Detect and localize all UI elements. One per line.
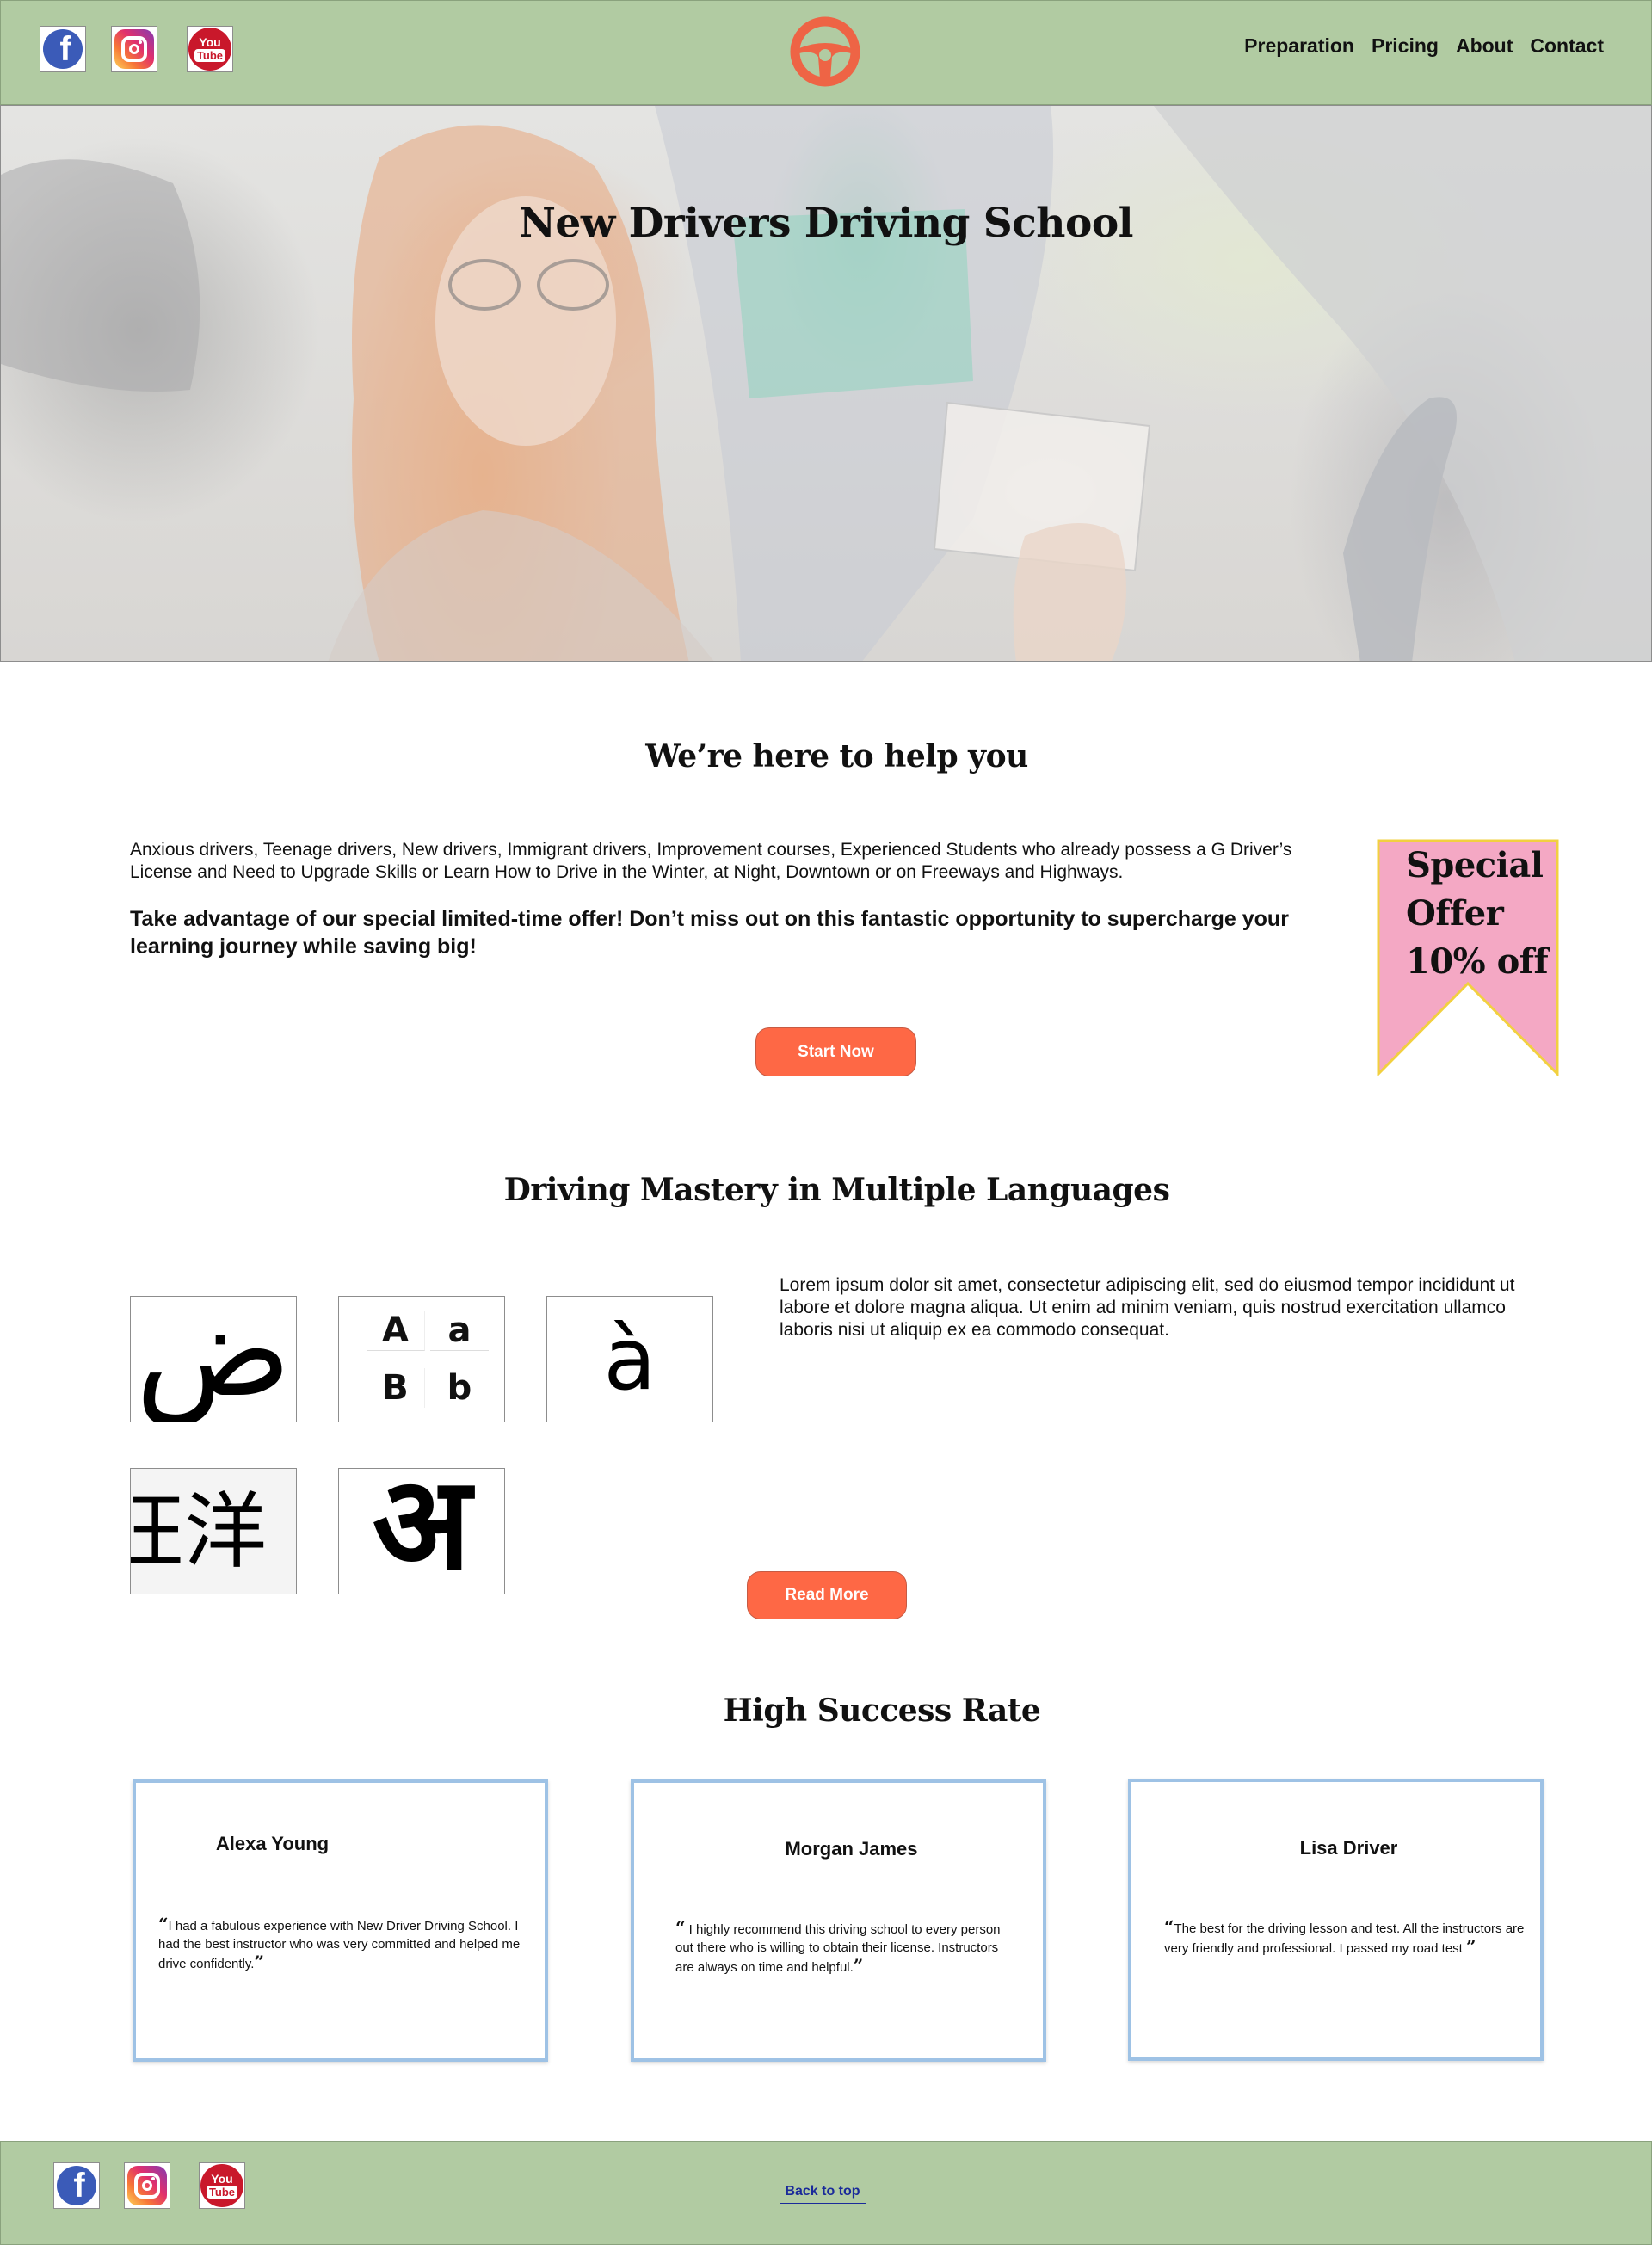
hindi-letter-tile: अ <box>338 1468 505 1594</box>
arabic-letter: ض <box>135 1296 292 1422</box>
facebook-icon: f <box>57 2166 96 2205</box>
latin-letters-tile: A a B b <box>338 1296 505 1422</box>
footer-youtube-link[interactable]: You Tube <box>199 2162 245 2209</box>
nav-contact[interactable]: Contact <box>1530 34 1604 58</box>
facebook-link[interactable]: f <box>40 26 86 72</box>
hero-title: New Drivers Driving School <box>518 200 1134 247</box>
ribbon-line-3: 10% off <box>1406 941 1549 982</box>
ribbon-text: Special Offer 10% off <box>1406 842 1552 986</box>
help-description: Anxious drivers, Teenage drivers, New dr… <box>130 840 1292 882</box>
main-nav: Preparation Pricing About Contact <box>1244 34 1604 58</box>
ribbon-line-1: Special <box>1406 845 1544 885</box>
hero-photo <box>1 106 1651 661</box>
youtube-link[interactable]: You Tube <box>187 26 233 72</box>
steering-wheel-icon[interactable] <box>789 15 861 88</box>
read-more-button[interactable]: Read More <box>747 1571 907 1619</box>
testimonial-quote: “I had a fabulous experience with New Dr… <box>158 1914 521 1972</box>
hindi-letter: अ <box>372 1468 472 1594</box>
start-now-button[interactable]: Start Now <box>755 1027 916 1076</box>
languages-heading: Driving Mastery in Multiple Languages <box>503 1172 1170 1208</box>
footer-facebook-link[interactable]: f <box>53 2162 100 2209</box>
success-heading: High Success Rate <box>723 1693 1041 1729</box>
instagram-icon <box>127 2166 167 2205</box>
special-offer-text: Take advantage of our special limited-ti… <box>130 907 1289 959</box>
testimonial-quote: “The best for the driving lesson and tes… <box>1164 1916 1525 1957</box>
footer-instagram-link[interactable] <box>124 2162 170 2209</box>
ribbon-line-2: Offer <box>1406 893 1504 934</box>
instagram-link[interactable] <box>111 26 157 72</box>
testimonial-card: Alexa Young “I had a fabulous experience… <box>133 1779 548 2062</box>
accent-letter-tile: à <box>546 1296 713 1422</box>
youtube-icon: You Tube <box>188 28 231 71</box>
testimonial-card: Lisa Driver “The best for the driving le… <box>1128 1779 1544 2061</box>
nav-preparation[interactable]: Preparation <box>1244 34 1354 58</box>
instagram-icon <box>114 29 154 69</box>
arabic-letter-tile: ض <box>130 1296 297 1422</box>
youtube-icon: You Tube <box>200 2164 243 2207</box>
testimonial-name: Morgan James <box>785 1838 918 1860</box>
nav-pricing[interactable]: Pricing <box>1372 34 1439 58</box>
accent-letter: à <box>603 1308 656 1409</box>
back-to-top-link[interactable]: Back to top <box>780 2184 866 2204</box>
facebook-icon: f <box>43 29 83 69</box>
letter-B: B <box>367 1367 425 1408</box>
help-heading: We’re here to help you <box>645 738 1028 774</box>
nav-about[interactable]: About <box>1456 34 1513 58</box>
testimonial-name: Lisa Driver <box>1299 1837 1398 1859</box>
languages-description: Lorem ipsum dolor sit amet, consectetur … <box>780 1275 1515 1340</box>
letter-b: b <box>447 1367 472 1408</box>
letter-A: A <box>367 1310 425 1351</box>
testimonial-card: Morgan James “ I highly recommend this d… <box>631 1779 1046 2062</box>
testimonial-quote: “ I highly recommend this driving school… <box>675 1917 1001 1976</box>
chinese-characters: 汪洋 <box>131 1483 267 1580</box>
chinese-characters-tile: 汪洋 <box>130 1468 297 1594</box>
letter-a: a <box>430 1311 489 1351</box>
hero-banner <box>0 105 1652 662</box>
testimonial-name: Alexa Young <box>215 1833 330 1854</box>
